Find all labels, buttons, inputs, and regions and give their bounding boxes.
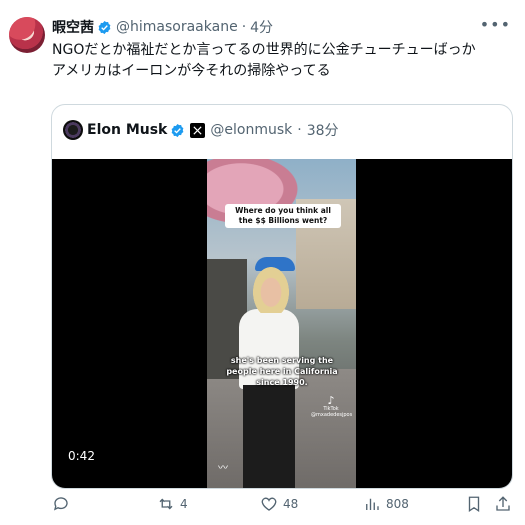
views-icon — [363, 495, 381, 513]
video-frame: Where do you think all the $$ Billions w… — [207, 159, 356, 488]
post-time[interactable]: 4分 — [250, 17, 273, 37]
repost-button[interactable]: 4 — [157, 492, 188, 516]
author-name[interactable]: 暇空茜 — [52, 17, 94, 37]
x-affiliation-icon — [190, 122, 206, 138]
repost-count: 4 — [180, 497, 188, 511]
swipe-indicator-icon: 〰 — [218, 463, 228, 474]
video-top-caption: Where do you think all the $$ Billions w… — [225, 204, 341, 228]
tiktok-username: @mxadedesjpos — [311, 412, 353, 418]
quoted-avatar — [63, 120, 83, 140]
tiktok-logo-icon: ♪ — [327, 394, 335, 407]
quoted-author-handle: @elonmusk — [210, 122, 293, 138]
like-count: 48 — [283, 497, 299, 511]
tweet-text-line: NGOだとか福祉だとか言ってるの世界的に公金チューチューばっか — [52, 42, 476, 58]
like-button[interactable]: 48 — [260, 492, 298, 516]
views-count: 808 — [386, 497, 409, 511]
tweet-header: 暇空茜 @himasoraakane · 4分 ••• — [52, 15, 525, 37]
dot-separator: · — [297, 122, 302, 138]
quoted-author-name: Elon Musk — [87, 122, 168, 138]
tweet[interactable]: 暇空茜 @himasoraakane · 4分 ••• NGOだとか福祉だとか言… — [0, 0, 525, 525]
reply-icon — [52, 495, 70, 513]
verified-badge-icon — [170, 123, 185, 138]
more-options-icon[interactable]: ••• — [480, 15, 511, 34]
bookmark-button[interactable] — [465, 492, 483, 516]
reply-button[interactable] — [52, 492, 70, 516]
video-player[interactable]: Where do you think all the $$ Billions w… — [52, 159, 512, 488]
repost-icon — [157, 495, 175, 513]
quoted-tweet-header: Elon Musk @elonmusk · 38分 — [52, 105, 512, 155]
tweet-text-line: アメリカはイーロンが今それの掃除やってる — [52, 63, 331, 79]
share-icon — [494, 495, 512, 513]
quoted-tweet[interactable]: Elon Musk @elonmusk · 38分 Where do you t… — [51, 104, 513, 489]
share-button[interactable] — [494, 492, 512, 516]
action-bar: 4 48 808 — [0, 492, 525, 516]
video-subtitle: she's been serving the people here in Ca… — [226, 356, 338, 387]
dot-separator: · — [241, 19, 247, 35]
video-duration: 0:42 — [68, 449, 95, 463]
verified-badge-icon — [97, 20, 112, 35]
author-handle[interactable]: @himasoraakane — [116, 19, 238, 35]
bookmark-icon — [465, 495, 483, 513]
views-button[interactable]: 808 — [363, 492, 409, 516]
tiktok-watermark: ♪ TikTok @mxadedesjpos — [311, 394, 353, 418]
avatar[interactable] — [9, 17, 45, 53]
like-icon — [260, 495, 278, 513]
quoted-post-time: 38分 — [306, 123, 339, 139]
tweet-text: NGOだとか福祉だとか言ってるの世界的に公金チューチューばっか アメリカはイーロ… — [52, 40, 512, 82]
